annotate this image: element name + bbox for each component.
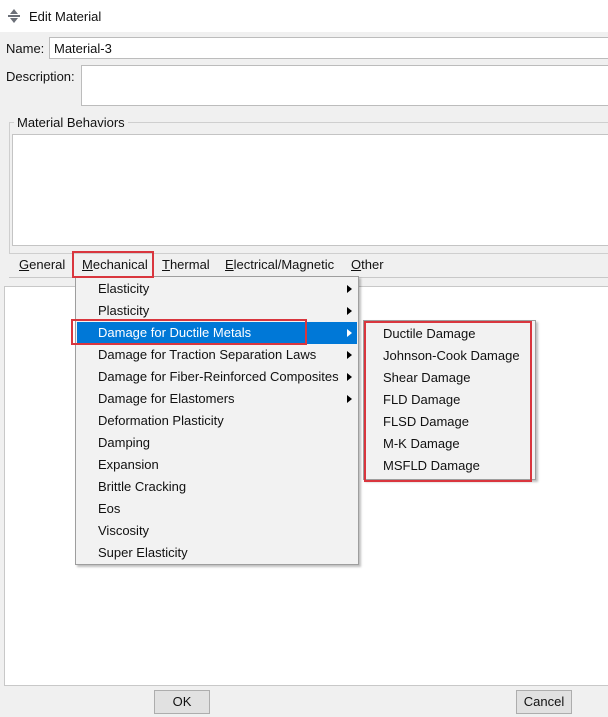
description-input[interactable] (81, 65, 608, 106)
description-label: Description: (6, 69, 75, 84)
menu-item-brittle-cracking[interactable]: Brittle Cracking (77, 476, 357, 498)
name-input-value: Material-3 (54, 41, 112, 56)
name-label: Name: (6, 41, 45, 56)
menu-item-viscosity[interactable]: Viscosity (77, 520, 357, 542)
submenu-arrow-icon (347, 351, 352, 359)
tab-electrical-magnetic[interactable]: Electrical/Magnetic (225, 257, 334, 272)
submenu-arrow-icon (347, 307, 352, 315)
menu-item-damping[interactable]: Damping (77, 432, 357, 454)
tab-thermal[interactable]: Thermal (162, 257, 210, 272)
material-behaviors-title: Material Behaviors (14, 115, 128, 130)
menu-item-elasticity[interactable]: Elasticity (77, 278, 357, 300)
material-app-icon (8, 9, 20, 23)
menu-item-super-elasticity[interactable]: Super Elasticity (77, 542, 357, 564)
menu-item-damage-fiber-composites[interactable]: Damage for Fiber-Reinforced Composites (77, 366, 357, 388)
annotation-box-damage-ductile (71, 319, 307, 345)
menu-item-eos[interactable]: Eos (77, 498, 357, 520)
menu-item-expansion[interactable]: Expansion (77, 454, 357, 476)
submenu-arrow-icon (347, 395, 352, 403)
window-title: Edit Material (29, 9, 102, 24)
material-behaviors-list[interactable] (12, 134, 608, 246)
submenu-arrow-icon (347, 373, 352, 381)
menu-item-damage-traction-separation[interactable]: Damage for Traction Separation Laws (77, 344, 357, 366)
annotation-box-mechanical-tab (72, 251, 154, 278)
menu-item-deformation-plasticity[interactable]: Deformation Plasticity (77, 410, 357, 432)
submenu-arrow-icon (347, 285, 352, 293)
name-input[interactable]: Material-3 (49, 37, 608, 59)
cancel-button[interactable]: Cancel (516, 690, 572, 714)
tab-general[interactable]: General (19, 257, 65, 272)
submenu-arrow-icon (347, 329, 352, 337)
ok-button[interactable]: OK (154, 690, 210, 714)
annotation-box-submenu (364, 321, 532, 482)
tab-other[interactable]: Other (351, 257, 384, 272)
menu-item-damage-elastomers[interactable]: Damage for Elastomers (77, 388, 357, 410)
